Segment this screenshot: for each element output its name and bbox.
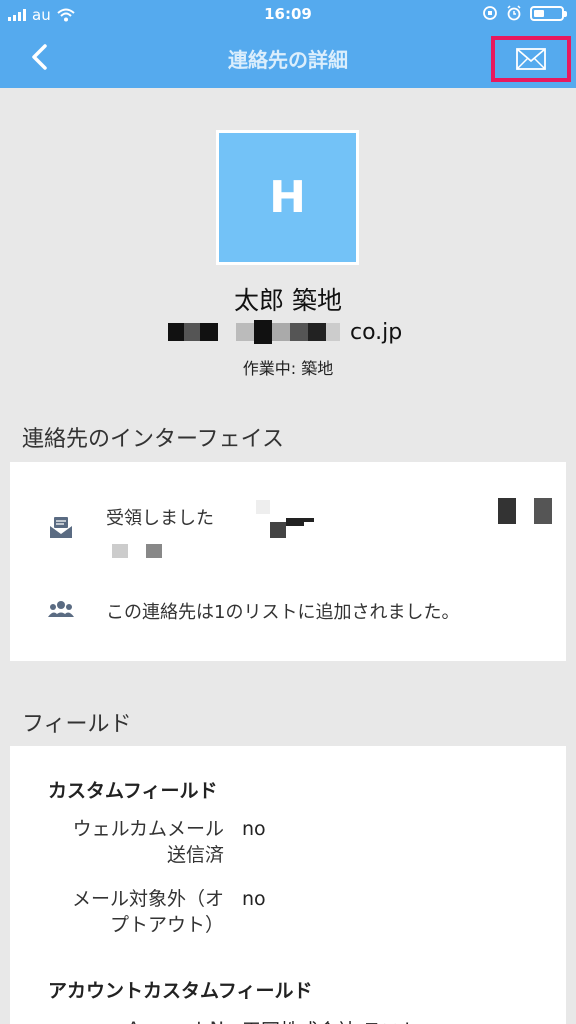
envelope-icon <box>516 48 546 70</box>
interface-item-text: 受領しました <box>106 508 214 529</box>
custom-fields-heading: カスタムフィールド <box>48 780 218 802</box>
contact-name: 太郎 築地 <box>234 286 342 315</box>
field-value-account: 平岡株式会社 テスト <box>242 1016 419 1024</box>
people-icon <box>48 601 74 617</box>
orientation-lock-icon <box>483 6 497 20</box>
fields-section-title: フィールド <box>22 712 132 737</box>
back-button[interactable] <box>22 40 56 74</box>
contact-email: co.jp <box>168 318 402 346</box>
field-label-optout: メール対象外（オ プトアウト） <box>71 888 224 936</box>
chevron-left-icon <box>32 44 47 70</box>
mail-received-icon <box>50 517 72 538</box>
avatar: H <box>216 130 359 265</box>
battery-icon <box>530 5 567 21</box>
field-value-welcome: no <box>242 818 266 840</box>
fields-card: カスタムフィールド ウェルカムメール 送信済 no メール対象外（オ プトアウト… <box>10 746 566 1024</box>
interface-card: 受領しました この連絡先は1のリストに追加されました。 <box>10 462 566 661</box>
interface-item-received[interactable]: 受領しました <box>10 498 566 558</box>
field-label-welcome: ウェルカムメール 送信済 <box>72 818 224 866</box>
page-title: 連絡先の詳細 <box>228 48 348 72</box>
send-email-button[interactable] <box>491 36 571 82</box>
interface-item-text: この連絡先は1のリストに追加されました。 <box>106 602 460 623</box>
app-header: au 16:09 連絡先の詳細 <box>0 0 576 88</box>
work-label: 作業中: 築地 <box>242 359 334 378</box>
field-label-account: Account N <box>50 1016 224 1024</box>
status-bar: au 16:09 <box>0 0 576 30</box>
field-value-optout: no <box>242 888 266 910</box>
interface-section-title: 連絡先のインターフェイス <box>22 427 285 452</box>
alarm-icon <box>507 5 521 21</box>
account-fields-heading: アカウントカスタムフィールド <box>48 980 313 1002</box>
email-domain: co.jp <box>350 319 403 345</box>
interface-item-list-added[interactable]: この連絡先は1のリストに追加されました。 <box>10 592 566 628</box>
